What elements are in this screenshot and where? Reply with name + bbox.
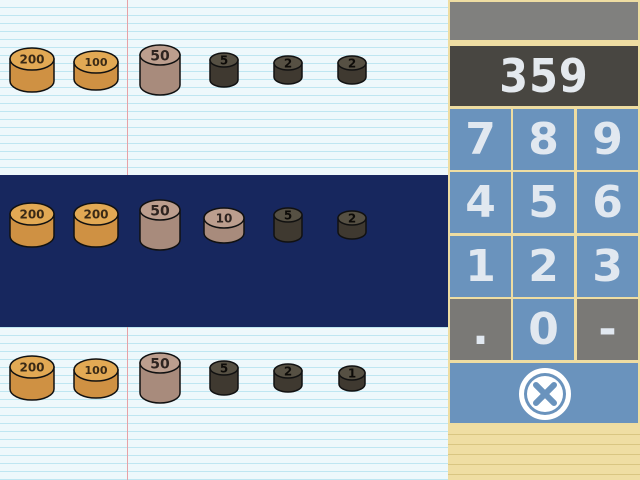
amount-display: 359 <box>450 46 638 106</box>
coin-label: 200 <box>19 361 44 375</box>
coin-10[interactable]: 10 <box>202 206 246 245</box>
coin-2[interactable]: 2 <box>336 54 368 86</box>
coin-label: 100 <box>85 364 108 377</box>
coin-200[interactable]: 200 <box>8 354 56 402</box>
coin-label: 200 <box>19 53 44 67</box>
key-1[interactable]: 1 <box>450 236 511 297</box>
coin-row-1[interactable]: 200 100 50 5 2 2 <box>0 0 448 152</box>
coin-5[interactable]: 5 <box>208 359 240 397</box>
coin-2[interactable]: 2 <box>272 362 304 394</box>
key-7[interactable]: 7 <box>450 109 511 170</box>
coin-5[interactable]: 5 <box>208 51 240 89</box>
coin-row-2[interactable]: 200 200 50 10 5 2 <box>0 175 448 327</box>
coin-200[interactable]: 200 <box>8 46 56 94</box>
keypad-panel: 359 7 8 9 4 5 6 1 2 3 . 0 - <box>448 0 640 480</box>
x-circle-icon <box>519 368 571 420</box>
coin-label: 2 <box>348 212 356 226</box>
coin-200[interactable]: 200 <box>8 201 56 249</box>
coin-row-3[interactable]: 200 100 50 5 2 1 <box>0 328 448 480</box>
coin-50[interactable]: 50 <box>138 198 182 252</box>
coin-label: 100 <box>85 56 108 69</box>
coin-label: 5 <box>220 54 228 68</box>
coin-50[interactable]: 50 <box>138 351 182 405</box>
coin-label: 2 <box>284 365 292 379</box>
key-decimal[interactable]: . <box>450 299 511 360</box>
coin-2[interactable]: 2 <box>272 54 304 86</box>
key-3[interactable]: 3 <box>577 236 638 297</box>
coin-label: 50 <box>150 203 170 219</box>
coin-label: 50 <box>150 356 170 372</box>
coin-5[interactable]: 5 <box>272 206 304 244</box>
key-6[interactable]: 6 <box>577 172 638 233</box>
coin-label: 2 <box>284 57 292 71</box>
key-8[interactable]: 8 <box>513 109 574 170</box>
key-5[interactable]: 5 <box>513 172 574 233</box>
coin-label: 200 <box>19 208 44 222</box>
key-4[interactable]: 4 <box>450 172 511 233</box>
keypad-bottom-strip <box>448 425 640 480</box>
coin-100[interactable]: 100 <box>72 49 120 92</box>
clear-button[interactable] <box>450 363 638 423</box>
coin-50[interactable]: 50 <box>138 43 182 97</box>
coin-label: 5 <box>220 362 228 376</box>
key-2[interactable]: 2 <box>513 236 574 297</box>
coin-label: 2 <box>348 57 356 71</box>
coin-label: 50 <box>150 48 170 64</box>
key-0[interactable]: 0 <box>513 299 574 360</box>
coin-board: 200 100 50 5 2 2 200 200 50 10 5 2 200 100 50 5 2 1 <box>0 0 448 480</box>
key-9[interactable]: 9 <box>577 109 638 170</box>
key-minus[interactable]: - <box>577 299 638 360</box>
coin-2[interactable]: 2 <box>336 209 368 241</box>
coin-label: 200 <box>83 208 108 222</box>
coin-200[interactable]: 200 <box>72 201 120 249</box>
keypad-top-bar <box>450 2 638 40</box>
coin-label: 1 <box>348 366 356 380</box>
coin-label: 5 <box>284 209 292 223</box>
coin-1[interactable]: 1 <box>337 364 367 393</box>
coin-label: 10 <box>216 211 233 225</box>
coin-100[interactable]: 100 <box>72 357 120 400</box>
